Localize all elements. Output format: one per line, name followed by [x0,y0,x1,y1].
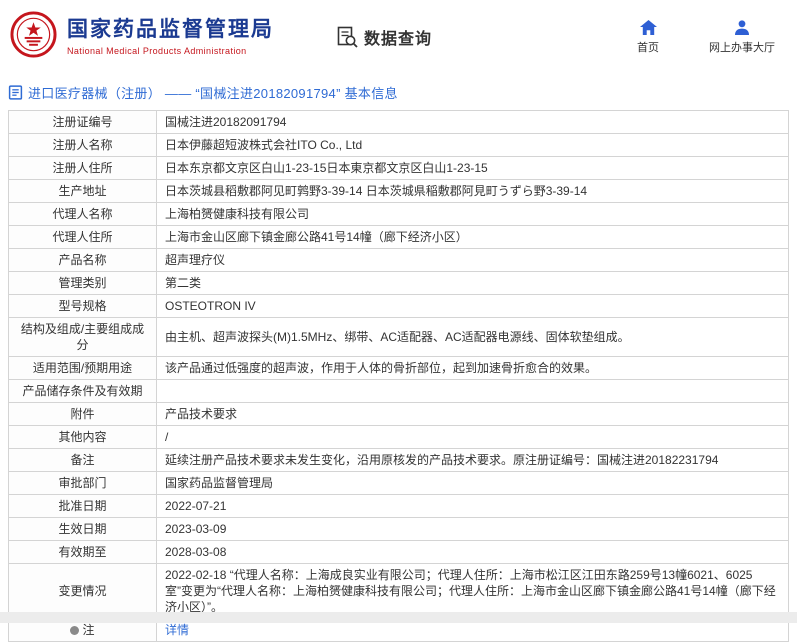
site-logo[interactable]: 国家药品监督管理局 National Medical Products Admi… [10,11,274,63]
field-value: 由主机、超声波探头(M)1.5MHz、绑带、AC适配器、AC适配器电源线、固体软… [156,317,789,357]
nav-home[interactable]: 首页 [625,19,671,55]
table-row: 生效日期 2023-03-09 [8,517,789,541]
data-query-title: 数据查询 [364,31,433,48]
field-label: 生效日期 [8,517,157,541]
field-value: 上海市金山区廊下镇金廊公路41号14幢（廊下经济小区） [156,225,789,249]
field-value: 国械注进20182091794 [156,110,789,134]
field-value: 2023-03-09 [156,517,789,541]
table-row: 型号规格 OSTEOTRON IV [8,294,789,318]
page-title: 进口医疗器械（注册） —— “国械注进20182091794” 基本信息 [28,86,398,101]
field-label: 有效期至 [8,540,157,564]
info-table-wrap: 注册证编号 国械注进20182091794 注册人名称 日本伊藤超短波株式会社ITO … [0,110,797,642]
org-name-cn: 国家药品监督管理局 [67,18,274,42]
field-label: 审批部门 [8,471,157,495]
table-row: 代理人住所 上海市金山区廊下镇金廊公路41号14幢（廊下经济小区） [8,225,789,249]
field-value: 上海柏赟健康科技有限公司 [156,202,789,226]
footer-strip [0,612,797,623]
field-value: 产品技术要求 [156,402,789,426]
field-value [156,379,789,403]
field-label: 批准日期 [8,494,157,518]
field-value: 超声理疗仪 [156,248,789,272]
field-label: 型号规格 [8,294,157,318]
table-row: 生产地址 日本茨城县稻敷郡阿见町鹑野3-39-14 日本茨城県稲敷郡阿見町うずら野… [8,179,789,203]
field-label: 注册人住所 [8,156,157,180]
field-label: 结构及组成/主要组成成分 [8,317,157,357]
field-label: 注册人名称 [8,133,157,157]
field-value: 第二类 [156,271,789,295]
table-row: 产品名称 超声理疗仪 [8,248,789,272]
table-row: 结构及组成/主要组成成分 由主机、超声波探头(M)1.5MHz、绑带、AC适配器、… [8,317,789,357]
table-row: 其他内容 / [8,425,789,449]
field-label: 代理人住所 [8,225,157,249]
site-header: 国家药品监督管理局 National Medical Products Admi… [0,0,797,74]
table-row: 注册人住所 日本东京都文京区白山1-23-15日本東京都文京区白山1-23-15 [8,156,789,180]
table-row: 变更情况 2022-02-18 “代理人名称：上海成良实业有限公司；代理人住所：上… [8,563,789,619]
breadcrumb: 进口医疗器械（注册） —— “国械注进20182091794” 基本信息 [0,74,797,110]
top-nav: 首页 网上办事大厅 [625,19,783,55]
info-table-body: 注册证编号 国械注进20182091794 注册人名称 日本伊藤超短波株式会社ITO … [8,110,789,642]
table-row: 管理类别 第二类 [8,271,789,295]
table-row: 适用范围/预期用途 该产品通过低强度的超声波，作用于人体的骨折部位，起到加速骨折愈… [8,356,789,380]
table-row: 注册人名称 日本伊藤超短波株式会社ITO Co., Ltd [8,133,789,157]
field-label: 注册证编号 [8,110,157,134]
field-label: 代理人名称 [8,202,157,226]
field-value: 2022-02-18 “代理人名称：上海成良实业有限公司；代理人住所：上海市松江… [156,563,789,619]
nav-home-label: 首页 [637,42,659,54]
field-value: 日本伊藤超短波株式会社ITO Co., Ltd [156,133,789,157]
table-row: 代理人名称 上海柏赟健康科技有限公司 [8,202,789,226]
field-label: 产品名称 [8,248,157,272]
org-name-en: National Medical Products Administration [67,45,247,56]
field-value: 延续注册产品技术要求未发生变化，沿用原核发的产品技术要求。原注册证编号：国械注进… [156,448,789,472]
field-label: 产品储存条件及有效期 [8,379,157,403]
national-emblem-icon [10,11,57,63]
field-value: 日本茨城县稻敷郡阿见町鹑野3-39-14 日本茨城県稲敷郡阿見町うずら野3-39… [156,179,789,203]
field-label: 其他内容 [8,425,157,449]
field-value: / [156,425,789,449]
nav-service-hall[interactable]: 网上办事大厅 [709,19,775,55]
note-icon [70,626,80,635]
field-label: 备注 [8,448,157,472]
field-value: 该产品通过低强度的超声波，作用于人体的骨折部位，起到加速骨折愈合的效果。 [156,356,789,380]
field-label: 适用范围/预期用途 [8,356,157,380]
field-label: 变更情况 [8,563,157,619]
table-row: 注册证编号 国械注进20182091794 [8,110,789,134]
data-query-icon [336,26,358,48]
table-row: 有效期至 2028-03-08 [8,540,789,564]
user-icon [734,19,750,35]
field-label: 管理类别 [8,271,157,295]
table-row: 审批部门 国家药品监督管理局 [8,471,789,495]
field-value: 2022-07-21 [156,494,789,518]
table-row: 产品储存条件及有效期 [8,379,789,403]
detail-link[interactable]: 详情 [165,623,189,637]
table-row: 批准日期 2022-07-21 [8,494,789,518]
nav-service-hall-label: 网上办事大厅 [709,42,775,54]
document-icon [8,85,23,100]
field-value: 日本东京都文京区白山1-23-15日本東京都文京区白山1-23-15 [156,156,789,180]
field-value: OSTEOTRON IV [156,294,789,318]
data-query-section[interactable]: 数据查询 [336,25,432,49]
table-row: 备注 延续注册产品技术要求未发生变化，沿用原核发的产品技术要求。原注册证编号：国械… [8,448,789,472]
field-label: 生产地址 [8,179,157,203]
field-value: 2028-03-08 [156,540,789,564]
field-label: 附件 [8,402,157,426]
field-value: 国家药品监督管理局 [156,471,789,495]
table-row: 附件 产品技术要求 [8,402,789,426]
home-icon [639,19,657,35]
info-table: 注册证编号 国械注进20182091794 注册人名称 日本伊藤超短波株式会社ITO … [8,110,789,642]
